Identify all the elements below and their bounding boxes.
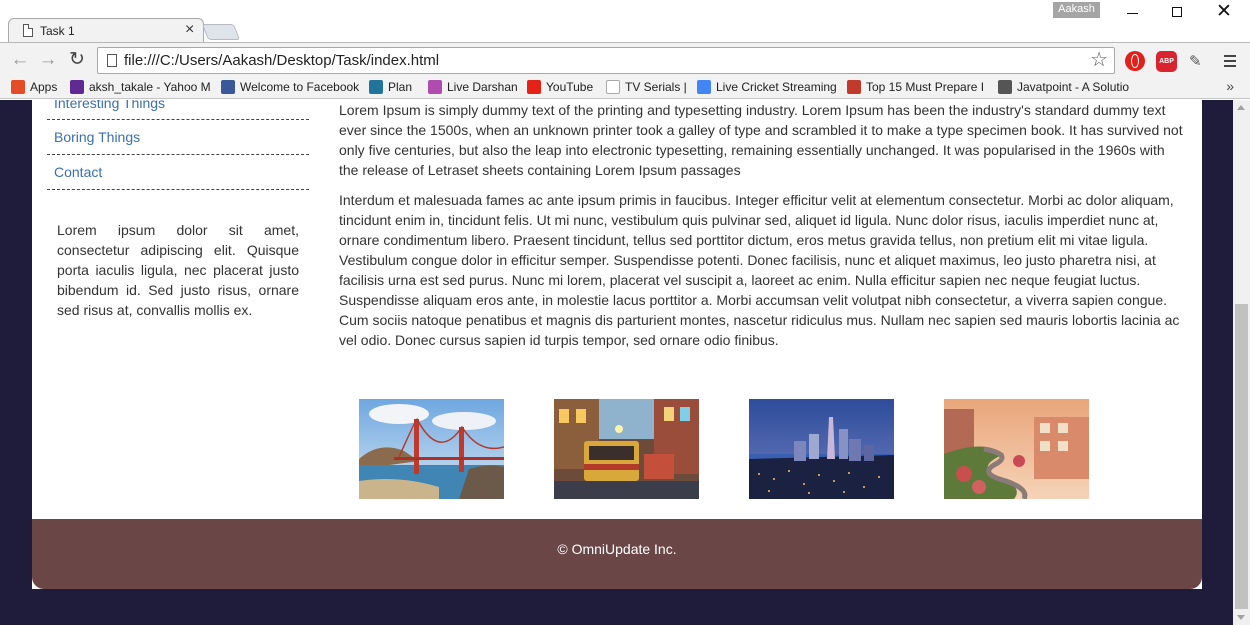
bookmark-item[interactable]: Welcome to Facebook — [221, 80, 361, 96]
bookmark-label: Plan — [388, 80, 413, 94]
bookmark-item[interactable]: Plan — [369, 80, 419, 96]
main-paragraph: Lorem Ipsum is simply dummy text of the … — [339, 102, 1183, 178]
wordpress-icon — [369, 80, 383, 94]
page-footer: © OmniUpdate Inc. — [32, 519, 1202, 589]
forward-arrow-icon[interactable]: → — [38, 49, 58, 71]
scroll-up-arrow-icon[interactable] — [1237, 105, 1245, 110]
live-darshan-icon — [428, 80, 442, 94]
apps-grid-icon — [11, 80, 25, 94]
bookmark-item[interactable]: Javatpoint - A Solutio — [998, 80, 1133, 96]
adblock-plus-icon[interactable]: ABP — [1156, 51, 1177, 72]
nav-item-contact[interactable]: Contact — [47, 155, 309, 190]
vertical-scrollbar[interactable] — [1233, 100, 1250, 625]
minimize-button[interactable] — [1113, 3, 1153, 23]
blank-page-icon — [606, 80, 620, 94]
photo-gallery — [359, 399, 1119, 499]
bookmark-item[interactable]: TV Serials | — [606, 80, 686, 96]
page-viewport: Interesting Things Boring Things Contact… — [0, 100, 1233, 625]
chrome-menu-icon[interactable] — [1224, 55, 1236, 70]
back-arrow-icon[interactable]: ← — [10, 49, 30, 71]
bookmark-label: aksh_takale - Yahoo M — [89, 80, 210, 94]
minimize-icon — [1127, 13, 1138, 14]
scrollbar-thumb[interactable] — [1235, 304, 1248, 609]
bookmark-item[interactable]: YouTube — [527, 80, 597, 96]
nav-item-interesting-things[interactable]: Interesting Things — [47, 100, 309, 120]
bookmark-item[interactable]: Live Darshan — [428, 80, 518, 96]
page-container: Interesting Things Boring Things Contact… — [32, 100, 1202, 589]
bookmark-item[interactable]: Top 15 Must Prepare I — [847, 80, 987, 96]
profile-name[interactable]: Aakash — [1053, 2, 1100, 18]
google-icon — [697, 80, 711, 94]
bookmark-label: Javatpoint - A Solutio — [1017, 80, 1130, 94]
facebook-icon — [221, 80, 235, 94]
youtube-icon — [527, 80, 541, 94]
sidebar-text: Lorem ipsum dolor sit amet, consectetur … — [57, 222, 299, 318]
document-icon — [23, 24, 33, 37]
main-paragraph: Interdum et malesuada fames ac ante ipsu… — [339, 192, 1180, 348]
bookmark-item[interactable]: Apps — [11, 80, 61, 96]
opera-extension-icon[interactable] — [1125, 51, 1145, 71]
bookmark-label: Top 15 Must Prepare I — [866, 80, 985, 94]
browser-titlebar: Task 1 × Aakash ✕ — [0, 0, 1250, 43]
javatpoint-icon — [998, 80, 1012, 94]
reload-icon[interactable]: ↻ — [67, 49, 87, 71]
bookmark-label: Live Cricket Streaming — [716, 80, 837, 94]
tab-title: Task 1 — [40, 24, 75, 38]
main-content: Lorem Ipsum is simply dummy text of the … — [339, 100, 1188, 360]
lombard-street-photo — [944, 399, 1089, 499]
eyedropper-extension-icon[interactable]: ✎ — [1189, 52, 1209, 72]
java-icon — [847, 80, 861, 94]
tab-close-icon[interactable]: × — [185, 21, 194, 39]
browser-tab[interactable]: Task 1 × — [8, 18, 204, 43]
browser-toolbar: ← → ↻ file:///C:/Users/Aakash/Desktop/Ta… — [0, 42, 1250, 77]
window-close-button[interactable]: ✕ — [1204, 2, 1244, 23]
nav-item-boring-things[interactable]: Boring Things — [47, 120, 309, 155]
bookmark-label: Welcome to Facebook — [240, 80, 360, 94]
footer-copyright: © OmniUpdate Inc. — [557, 541, 677, 557]
side-navigation: Interesting Things Boring Things Contact — [47, 100, 309, 190]
scroll-down-arrow-icon[interactable] — [1237, 615, 1245, 620]
bookmark-item[interactable]: aksh_takale - Yahoo M — [70, 80, 210, 96]
bookmark-label: Live Darshan — [447, 80, 518, 94]
bookmark-item[interactable]: Live Cricket Streaming — [697, 80, 837, 96]
page-icon — [107, 54, 117, 67]
bookmarks-bar: Apps aksh_takale - Yahoo M Welcome to Face… — [0, 77, 1250, 99]
address-bar[interactable]: file:///C:/Users/Aakash/Desktop/Task/ind… — [97, 47, 1115, 74]
bookmarks-overflow-icon[interactable]: » — [1226, 78, 1234, 94]
new-tab-button[interactable] — [201, 24, 241, 40]
maximize-button[interactable] — [1158, 3, 1198, 23]
url-text[interactable]: file:///C:/Users/Aakash/Desktop/Task/ind… — [124, 52, 439, 69]
bookmark-label: YouTube — [546, 80, 594, 94]
bookmark-label: TV Serials | — [625, 80, 686, 94]
cable-car-street-photo — [554, 399, 699, 499]
maximize-icon — [1172, 7, 1182, 17]
bookmark-label: Apps — [30, 80, 58, 94]
yahoo-mail-icon — [70, 80, 84, 94]
golden-gate-bridge-photo — [359, 399, 504, 499]
bookmark-star-icon[interactable]: ☆ — [1090, 48, 1108, 72]
city-skyline-night-photo — [749, 399, 894, 499]
